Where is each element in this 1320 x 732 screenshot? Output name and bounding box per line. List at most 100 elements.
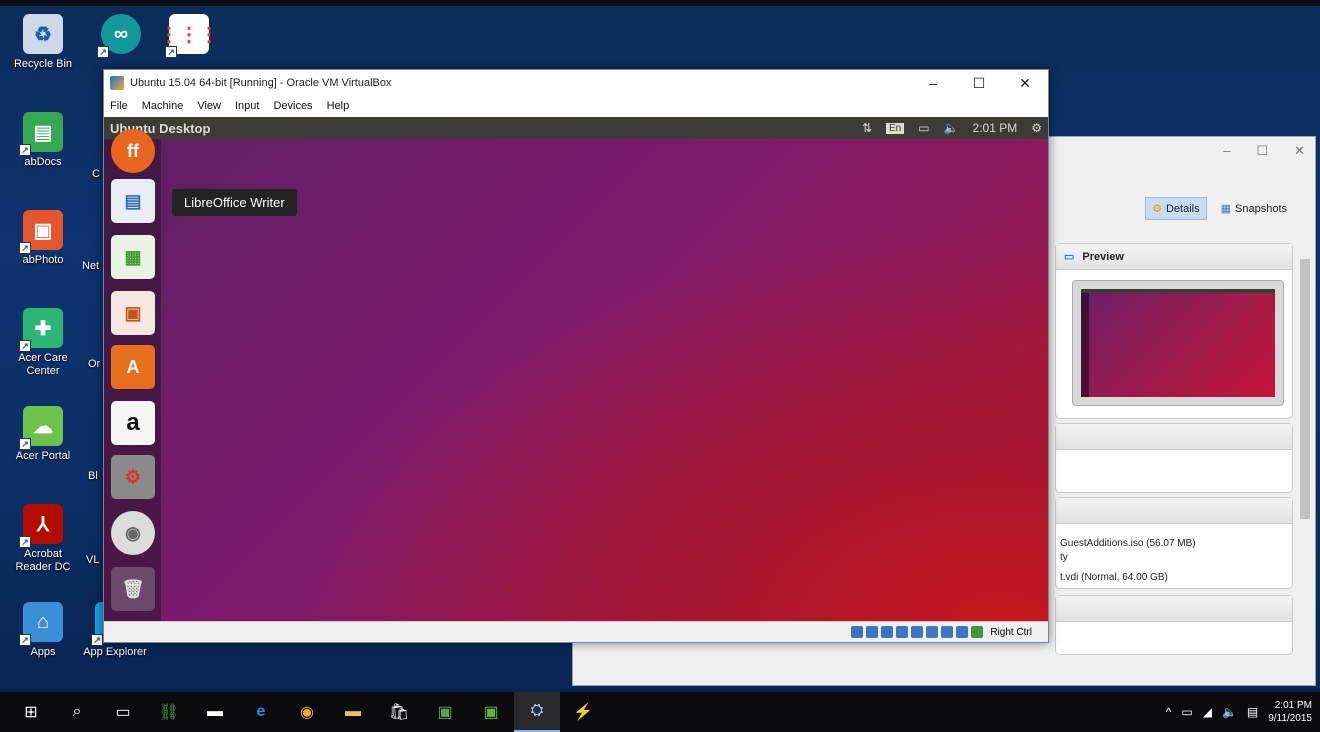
abphoto-icon: ▣ ↗ <box>19 210 63 254</box>
details-icon: ⚙ <box>1152 203 1162 215</box>
virtualbox-icon <box>110 76 124 90</box>
vm-menubar: File Machine View Input Devices Help <box>104 96 1048 116</box>
photo-app-icon[interactable]: ▬ <box>192 692 238 732</box>
chrome-icon[interactable]: ◉ <box>284 692 330 732</box>
storage-line-1: GuestAdditions.iso (56.07 MB) <box>1060 538 1196 549</box>
wifi-tray-icon[interactable]: ◢ <box>1203 705 1212 719</box>
desktop-icon-acer-portal[interactable]: ☁ ↗ Acer Portal <box>8 406 78 463</box>
vm-minimize-button[interactable]: – <box>910 75 956 92</box>
firefox-icon[interactable]: ff <box>111 129 155 173</box>
green-app-icon[interactable]: ▣ <box>468 692 514 732</box>
ubuntu-top-bar: Ubuntu Desktop ⇅ En ▭ 🔈 2:01 PM ⚙ <box>104 117 1048 139</box>
settings-gear-icon[interactable]: ⚙ <box>1031 121 1042 135</box>
menu-file[interactable]: File <box>110 100 128 112</box>
search-icon[interactable]: ⌕ <box>54 692 100 732</box>
details-panel-2 <box>1055 423 1293 493</box>
manager-window-controls: – ☐ ✕ <box>1223 143 1305 159</box>
hdd-status-icon[interactable] <box>851 626 864 638</box>
photo-viewer-icon[interactable]: ▣ <box>422 692 468 732</box>
unity-launcher: ff ▤ ▦ ▣ A a ⚙ ◉ 🗑 <box>104 129 161 622</box>
vm-close-button[interactable]: ✕ <box>1002 75 1048 92</box>
minimize-button[interactable]: – <box>1223 143 1230 159</box>
desktop-icon-apps[interactable]: ⌂ ↗ Apps <box>8 602 78 659</box>
desktop-icon-acrobat[interactable]: ⅄ ↗ Acrobat Reader DC <box>8 504 78 574</box>
menu-devices[interactable]: Devices <box>273 100 312 112</box>
clock[interactable]: 2:01 PM <box>973 121 1018 135</box>
amazon-icon[interactable]: a <box>111 401 155 445</box>
arduino-icon: ∞ ↗ <box>97 14 141 58</box>
volume-icon[interactable]: 🔈 <box>944 121 959 135</box>
desktop-icon-acer-care[interactable]: ✚ ↗ Acer Care Center <box>8 308 78 378</box>
network-status-icon[interactable] <box>926 626 939 638</box>
vm-maximize-button[interactable]: ☐ <box>956 75 1002 92</box>
maximize-button[interactable]: ☐ <box>1256 143 1268 159</box>
windows-taskbar: ⊞ ⌕ ▭ ⛓ ▬ e ◉ ▬ 🛍 ▣ ▣ ⛭ ⚡ ^ ▭ ◢ 🔈 ▤ 2:01… <box>0 692 1320 732</box>
file-explorer-icon[interactable]: ▬ <box>330 692 376 732</box>
storage-line-2: ty <box>1060 552 1068 563</box>
partial-label-1: C <box>92 168 100 180</box>
video-capture-icon[interactable] <box>941 626 954 638</box>
system-settings-icon[interactable]: ⚙ <box>111 455 155 499</box>
shared-folder-icon[interactable] <box>896 626 909 638</box>
manager-toolbar: ⚙ Details ▦ Snapshots <box>1145 197 1293 220</box>
acer-portal-icon: ☁ ↗ <box>19 406 63 450</box>
close-button[interactable]: ✕ <box>1294 143 1305 159</box>
battery-icon[interactable]: ▭ <box>918 121 929 135</box>
chevron-up-icon[interactable]: ^ <box>1166 705 1172 719</box>
keyboard-layout-indicator[interactable]: En <box>886 122 905 134</box>
taskbar-clock[interactable]: 2:01 PM 9/11/2015 <box>1268 699 1312 725</box>
software-center-icon[interactable]: A <box>111 345 155 389</box>
libreoffice-calc-icon[interactable]: ▦ <box>111 235 155 279</box>
notifications-icon[interactable]: ▤ <box>1247 705 1258 719</box>
launcher-tooltip: LibreOffice Writer <box>172 189 297 216</box>
manager-scrollbar[interactable] <box>1299 245 1311 675</box>
virtualbox-taskbar-icon[interactable]: ⛭ <box>514 692 560 732</box>
cpu-status-icon[interactable] <box>956 626 969 638</box>
network-icon[interactable]: ⇅ <box>862 121 872 135</box>
acrobat-icon: ⅄ ↗ <box>19 504 63 548</box>
vm-titlebar[interactable]: Ubuntu 15.04 64-bit [Running] - Oracle V… <box>104 70 1048 96</box>
edge-icon[interactable]: e <box>238 692 284 732</box>
usb-status-icon[interactable] <box>881 626 894 638</box>
display-status-icon[interactable] <box>911 626 924 638</box>
preview-icon: ▭ <box>1064 251 1075 263</box>
details-button[interactable]: ⚙ Details <box>1145 197 1207 220</box>
snapshots-button[interactable]: ▦ Snapshots <box>1215 197 1293 220</box>
acer-care-icon: ✚ ↗ <box>19 308 63 352</box>
abdocs-icon: ▤ ↗ <box>19 112 63 156</box>
desktop-icon-arduino[interactable]: ∞ ↗ <box>86 14 156 58</box>
libreoffice-writer-icon[interactable]: ▤ <box>111 179 155 223</box>
start-button[interactable]: ⊞ <box>8 692 54 732</box>
recycle-bin-icon: ♻ <box>23 14 63 54</box>
vm-status-bar: Right Ctrl <box>104 621 1048 642</box>
libreoffice-impress-icon[interactable]: ▣ <box>111 291 155 335</box>
partial-label-net: Net <box>82 260 100 272</box>
menu-input[interactable]: Input <box>235 100 259 112</box>
preview-panel: ▭ Preview <box>1055 243 1293 419</box>
dvd-icon[interactable]: ◉ <box>111 511 155 555</box>
mouse-integration-icon[interactable] <box>971 626 984 638</box>
desktop-icon-abdocs[interactable]: ▤ ↗ abDocs <box>8 112 78 169</box>
desktop-icon-recycle-bin[interactable]: ♻ Recycle Bin <box>8 14 78 71</box>
storage-panel: GuestAdditions.iso (56.07 MB) ty t.vdi (… <box>1055 497 1293 589</box>
vm-window[interactable]: Ubuntu 15.04 64-bit [Running] - Oracle V… <box>103 69 1049 643</box>
optical-status-icon[interactable] <box>866 626 879 638</box>
partial-label-bl: Bl <box>88 470 98 482</box>
apps-icon: ⌂ ↗ <box>19 602 63 646</box>
ubuntu-guest-screen[interactable]: Ubuntu Desktop ⇅ En ▭ 🔈 2:01 PM ⚙ ff ▤ ▦… <box>104 117 1048 622</box>
task-view-icon[interactable]: ▭ <box>100 692 146 732</box>
trash-icon[interactable]: 🗑 <box>111 567 155 611</box>
other-app-icon[interactable]: ⚡ <box>560 692 606 732</box>
host-key-label: Right Ctrl <box>990 626 1032 638</box>
desktop-icon-chrome-apps[interactable]: ⋮⋮⋮ ↗ <box>154 14 224 58</box>
partial-label-vl: VL <box>86 554 100 566</box>
details-panel-4 <box>1055 595 1293 655</box>
desktop-icon-abphoto[interactable]: ▣ ↗ abPhoto <box>8 210 78 267</box>
store-icon[interactable]: 🛍 <box>376 692 422 732</box>
menu-machine[interactable]: Machine <box>142 100 184 112</box>
network-app-icon[interactable]: ⛓ <box>146 692 192 732</box>
menu-help[interactable]: Help <box>327 100 350 112</box>
volume-tray-icon[interactable]: 🔈 <box>1222 705 1237 719</box>
battery-tray-icon[interactable]: ▭ <box>1181 705 1192 719</box>
menu-view[interactable]: View <box>197 100 221 112</box>
